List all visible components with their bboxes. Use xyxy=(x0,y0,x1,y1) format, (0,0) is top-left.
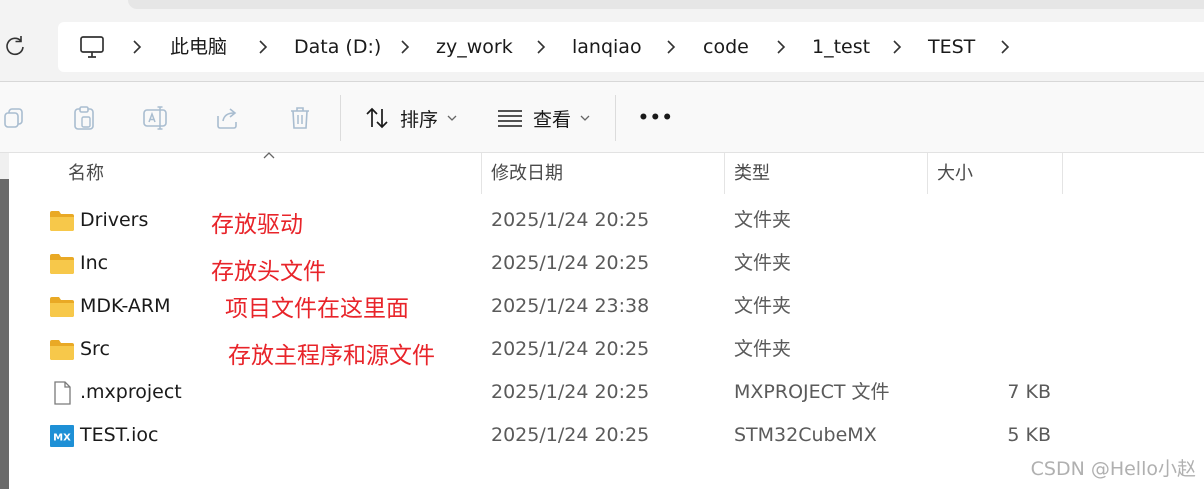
file-modified: 2025/1/24 20:25 xyxy=(491,209,650,231)
column-header-row: 名称 修改日期 类型 大小 xyxy=(0,152,1204,194)
column-header-modified[interactable]: 修改日期 xyxy=(491,153,563,194)
file-row-mdk-arm[interactable]: MDK-ARM 2025/1/24 23:38 文件夹 xyxy=(0,285,1204,328)
toolbar-divider xyxy=(340,95,341,141)
file-name[interactable]: Drivers xyxy=(80,199,148,242)
refresh-button[interactable] xyxy=(0,30,30,62)
file-type: 文件夹 xyxy=(734,209,792,231)
breadcrumb-item-data-d[interactable]: Data (D:) xyxy=(294,22,381,72)
svg-text:MX: MX xyxy=(53,433,71,444)
chevron-right-icon[interactable] xyxy=(128,38,146,56)
annotation-drivers: 存放驱动 xyxy=(211,212,303,238)
share-button[interactable] xyxy=(214,104,242,132)
column-divider[interactable] xyxy=(724,153,725,194)
file-row-mxproject[interactable]: .mxproject 2025/1/24 20:25 MXPROJECT 文件 … xyxy=(0,371,1204,414)
file-type: 文件夹 xyxy=(734,295,792,317)
chevron-right-icon[interactable] xyxy=(888,38,906,56)
file-type: 文件夹 xyxy=(734,252,792,274)
toolbar-divider xyxy=(615,95,616,141)
file-row-src[interactable]: Src 2025/1/24 20:25 文件夹 xyxy=(0,328,1204,371)
sort-label: 排序 xyxy=(400,108,439,131)
rename-button[interactable] xyxy=(141,104,169,132)
annotation-inc: 存放头文件 xyxy=(211,259,326,285)
folder-icon xyxy=(50,340,74,360)
trash-icon xyxy=(291,107,309,129)
file-name[interactable]: Src xyxy=(80,328,110,371)
view-button[interactable]: 查看 xyxy=(497,100,591,136)
file-type: 文件夹 xyxy=(734,338,792,360)
file-size: 5 KB xyxy=(1007,424,1051,446)
column-header-type[interactable]: 类型 xyxy=(734,153,770,194)
address-bar[interactable]: 此电脑 Data (D:) zy_work lanqiao code 1_tes… xyxy=(58,22,1204,72)
breadcrumb-item-1-test[interactable]: 1_test xyxy=(812,22,870,72)
folder-icon xyxy=(50,254,74,274)
column-divider[interactable] xyxy=(481,153,482,194)
file-name[interactable]: Inc xyxy=(80,242,108,285)
file-modified: 2025/1/24 20:25 xyxy=(491,338,650,360)
chevron-right-icon[interactable] xyxy=(532,38,550,56)
tab-strip-edge xyxy=(128,0,1204,9)
paste-button[interactable] xyxy=(70,104,98,132)
chevron-right-icon[interactable] xyxy=(996,38,1014,56)
chevron-right-icon[interactable] xyxy=(772,38,790,56)
chevron-right-icon[interactable] xyxy=(396,38,414,56)
breadcrumb-item-code[interactable]: code xyxy=(703,22,749,72)
chevron-down-icon xyxy=(580,115,590,121)
more-options-button[interactable]: ••• xyxy=(638,100,674,136)
copy-button[interactable] xyxy=(0,104,28,132)
annotation-mdk-arm: 项目文件在这里面 xyxy=(225,296,409,322)
view-list-icon xyxy=(498,110,522,127)
breadcrumb-item-lanqiao[interactable]: lanqiao xyxy=(572,22,642,72)
share-icon xyxy=(217,108,237,129)
chevron-right-icon[interactable] xyxy=(254,38,272,56)
file-type: MXPROJECT 文件 xyxy=(734,381,890,403)
folder-icon xyxy=(50,297,74,317)
chevron-down-icon xyxy=(447,115,457,121)
file-row-drivers[interactable]: Drivers 2025/1/24 20:25 文件夹 xyxy=(0,199,1204,242)
file-modified: 2025/1/24 20:25 xyxy=(491,381,650,403)
file-row-inc[interactable]: Inc 2025/1/24 20:25 文件夹 xyxy=(0,242,1204,285)
file-modified: 2025/1/24 20:25 xyxy=(491,252,650,274)
file-modified: 2025/1/24 23:38 xyxy=(491,295,650,317)
view-label: 查看 xyxy=(533,108,572,131)
column-divider[interactable] xyxy=(927,153,928,194)
sort-button[interactable]: 排序 xyxy=(364,100,458,136)
folder-icon xyxy=(50,211,74,231)
file-row-test-ioc[interactable]: MX TEST.ioc 2025/1/24 20:25 STM32CubeMX … xyxy=(0,414,1204,457)
refresh-icon xyxy=(6,36,24,56)
column-header-size[interactable]: 大小 xyxy=(937,153,973,194)
delete-button[interactable] xyxy=(286,104,314,132)
file-icon xyxy=(54,381,71,405)
clipboard-icon xyxy=(74,106,94,130)
sort-ascending-icon xyxy=(263,152,275,159)
computer-icon[interactable] xyxy=(78,34,106,60)
breadcrumb-item-test[interactable]: TEST xyxy=(928,22,975,72)
column-divider[interactable] xyxy=(1062,153,1063,194)
column-header-name[interactable]: 名称 xyxy=(68,153,104,194)
breadcrumb-item-zy-work[interactable]: zy_work xyxy=(436,22,513,72)
file-name[interactable]: MDK-ARM xyxy=(80,285,171,328)
chevron-right-icon[interactable] xyxy=(662,38,680,56)
rename-icon xyxy=(143,106,167,130)
file-size: 7 KB xyxy=(1007,381,1051,403)
file-modified: 2025/1/24 20:25 xyxy=(491,424,650,446)
more-icon: ••• xyxy=(638,108,674,128)
stm32cubemx-icon: MX xyxy=(50,425,74,447)
breadcrumb-item-this-pc[interactable]: 此电脑 xyxy=(170,22,227,72)
sort-icon xyxy=(366,107,388,129)
file-type: STM32CubeMX xyxy=(734,424,877,446)
command-bar: 排序 查看 ••• xyxy=(0,82,1204,153)
watermark: CSDN @Hello小赵 xyxy=(1030,458,1196,480)
file-name[interactable]: .mxproject xyxy=(80,371,182,414)
copy-icon xyxy=(4,108,23,128)
annotation-src: 存放主程序和源文件 xyxy=(228,343,435,369)
file-name[interactable]: TEST.ioc xyxy=(80,414,158,457)
